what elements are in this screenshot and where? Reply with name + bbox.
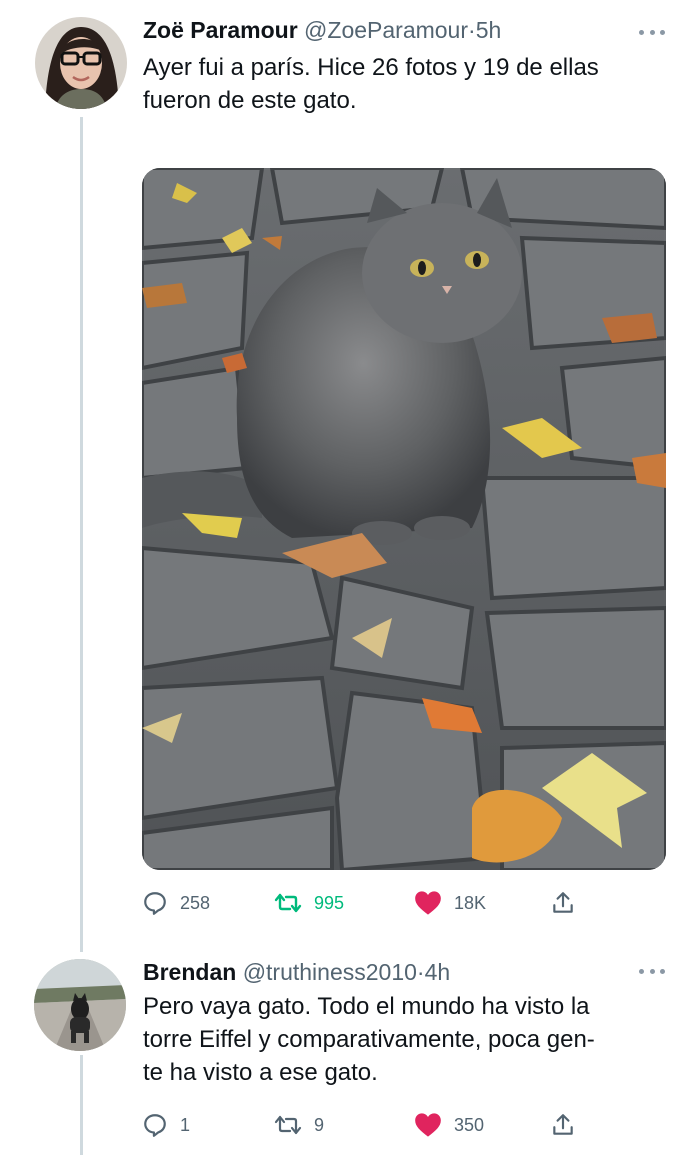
share-button[interactable] <box>550 886 576 920</box>
tweet-text-line: Ayer fui a parís. Hice 26 fotos y 19 de … <box>143 54 599 81</box>
tweet-text: Pero vaya gato. Todo el mundo ha visto l… <box>143 990 683 1089</box>
more-options-icon[interactable] <box>639 966 665 976</box>
reply-icon <box>144 892 166 915</box>
reply-button[interactable]: 1 <box>142 1108 190 1142</box>
timestamp[interactable]: 4h <box>425 959 451 985</box>
separator: · <box>468 17 476 43</box>
reply-button[interactable]: 258 <box>142 886 210 920</box>
thread-line <box>80 117 83 952</box>
author-name[interactable]: Brendan <box>143 959 236 985</box>
share-icon <box>553 892 573 913</box>
tweet-text-line: te ha visto a ese gato. <box>143 1059 378 1086</box>
tweet-text-line: fueron de este gato. <box>143 87 357 114</box>
avatar[interactable] <box>35 17 127 109</box>
reply-count: 258 <box>180 892 211 913</box>
tweet-text-line: Pero vaya gato. Todo el mundo ha visto l… <box>143 993 590 1020</box>
share-icon <box>553 1114 573 1135</box>
tweet-header: Brendan @truthiness2010·4h <box>143 958 450 986</box>
timestamp[interactable]: 5h <box>476 17 502 43</box>
like-count: 18K <box>454 892 487 913</box>
author-handle[interactable]: @ZoeParamour <box>304 17 468 43</box>
tweet-text-line: torre Eiffel y comparativamente, poca ge… <box>143 1026 595 1053</box>
retweet-icon <box>274 1115 302 1135</box>
heart-icon <box>415 1113 441 1137</box>
thread-line <box>80 1055 83 1155</box>
tweet-header: Zoë Paramour @ZoeParamour·5h <box>143 16 501 44</box>
retweet-count: 995 <box>314 892 345 913</box>
retweet-button[interactable]: 995 <box>274 886 344 920</box>
like-count: 350 <box>454 1114 485 1135</box>
tweet-photo[interactable] <box>142 168 666 870</box>
retweet-button[interactable]: 9 <box>274 1108 324 1142</box>
avatar[interactable] <box>34 959 126 1051</box>
tweet-text: Ayer fui a parís. Hice 26 fotos y 19 de … <box>143 51 683 117</box>
heart-icon <box>415 891 441 915</box>
like-button[interactable]: 18K <box>414 886 486 920</box>
reply-count: 1 <box>180 1114 191 1135</box>
tweet-actions: 258 995 18K <box>142 886 592 920</box>
author-handle[interactable]: @truthiness2010 <box>243 959 417 985</box>
tweet-actions: 1 9 350 <box>142 1108 592 1142</box>
share-button[interactable] <box>550 1108 576 1142</box>
separator: · <box>416 959 425 985</box>
reply-icon <box>144 1114 166 1137</box>
retweet-count: 9 <box>314 1114 325 1135</box>
author-name[interactable]: Zoë Paramour <box>143 17 298 43</box>
like-button[interactable]: 350 <box>414 1108 484 1142</box>
more-options-icon[interactable] <box>639 27 665 37</box>
retweet-icon <box>274 893 302 913</box>
